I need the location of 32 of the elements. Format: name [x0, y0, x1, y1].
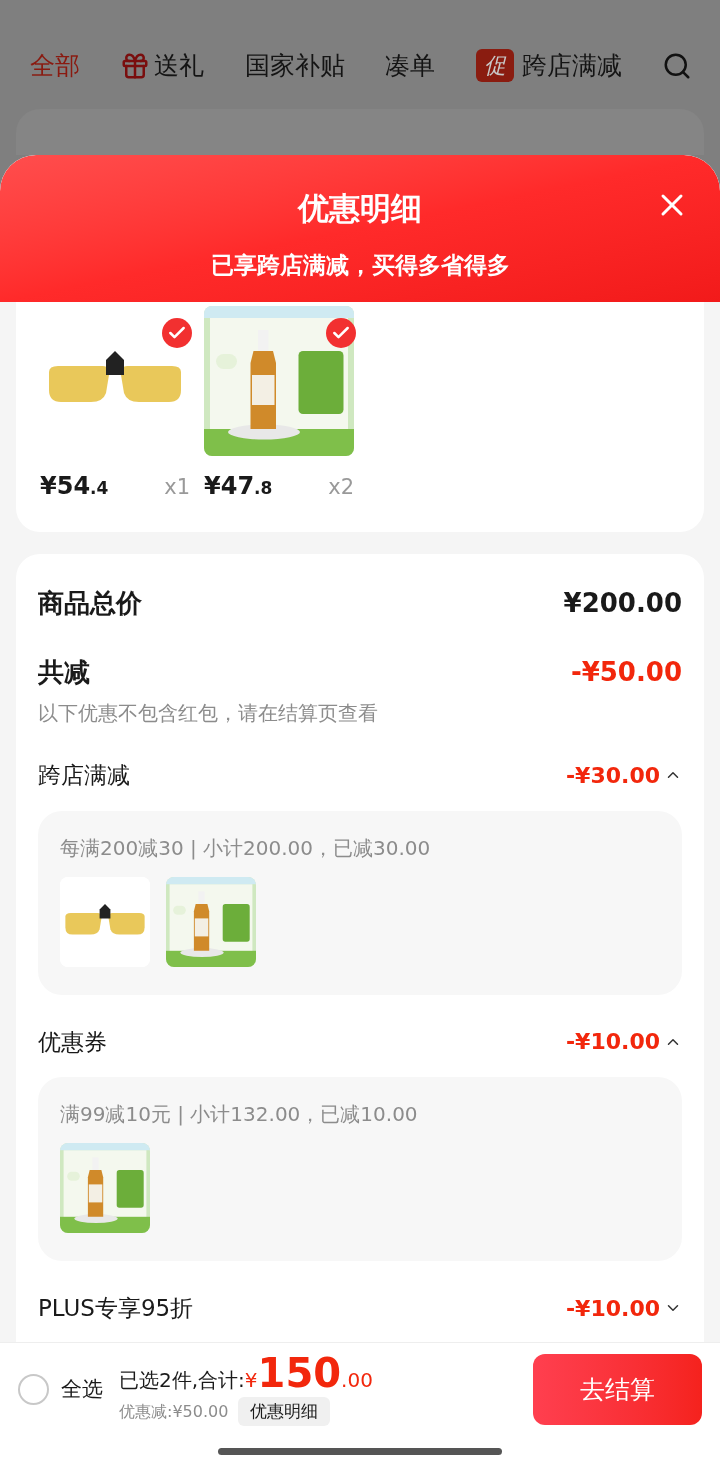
total-label: 商品总价	[38, 587, 142, 620]
discount-toggle[interactable]: -¥10.00	[565, 1025, 682, 1059]
sheet-subtitle: 已享跨店满减，买得多省得多	[210, 250, 510, 280]
product-price: ¥54.4	[40, 471, 109, 502]
checkout-button[interactable]: 去结算	[533, 1354, 702, 1425]
discount-toggle[interactable]: -¥30.00	[565, 758, 682, 792]
category-tab[interactable]: 促 跨店满减	[475, 47, 622, 85]
discount-name: 优惠券	[38, 1027, 107, 1057]
promo-badge: 促	[475, 49, 514, 83]
product-price: ¥47.8	[204, 471, 273, 502]
category-tab[interactable]: 送礼	[120, 47, 205, 85]
discount-detail: 每满200减30 | 小计200.00，已减30.00	[60, 834, 432, 862]
sheet-title: 优惠明细	[298, 189, 422, 228]
total-value: ¥200.00	[563, 587, 682, 620]
savings-text: 优惠减:¥50.00	[119, 1400, 229, 1423]
discount-note: 以下优惠不包含红包，请在结算页查看	[38, 700, 379, 727]
discount-detail: 满99减10元 | 小计132.00，已减10.00	[60, 1101, 419, 1128]
category-tab[interactable]: 全部	[30, 47, 80, 85]
reduction-label: 共减	[38, 656, 90, 689]
selected-total: 已选2件,合计:¥150.00	[119, 1352, 373, 1395]
reduction-value: -¥50.00	[570, 656, 682, 689]
discount-toggle[interactable]: -¥10.00	[565, 1291, 682, 1325]
select-all-label[interactable]: 全选	[61, 1373, 103, 1406]
details-button[interactable]: 优惠明细	[238, 1396, 331, 1427]
discount-name: PLUS专享95折	[38, 1294, 194, 1323]
product-quantity: x2	[328, 474, 354, 501]
category-tab[interactable]: 国家补贴	[244, 47, 345, 85]
gift-icon	[120, 50, 151, 81]
product-quantity: x1	[164, 474, 190, 501]
category-tab[interactable]: 凑单	[385, 47, 436, 85]
discount-name: 跨店满减	[38, 761, 130, 790]
select-all-checkbox[interactable]	[18, 1374, 49, 1405]
